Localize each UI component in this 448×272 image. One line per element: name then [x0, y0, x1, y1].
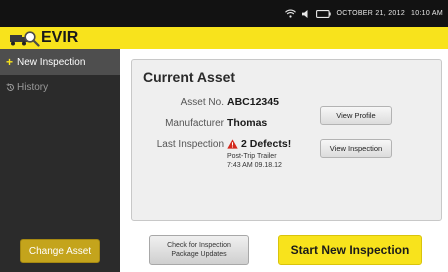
sidebar-item-label: History — [17, 81, 49, 93]
check-updates-line2: Package Updates — [171, 251, 227, 258]
sidebar: + New Inspection History Change Asset — [0, 49, 120, 272]
inspection-time: 7:43 AM 09.18.12 — [227, 162, 282, 169]
volume-icon — [301, 9, 308, 18]
status-date: OCTOBER 21, 2012 — [336, 10, 406, 17]
manufacturer-value: Thomas — [227, 117, 268, 129]
check-updates-button[interactable]: Check for Inspection Package Updates — [149, 235, 249, 265]
current-asset-card: Current Asset Asset No. ABC12345 Manufac… — [131, 59, 442, 221]
manufacturer-label: Manufacturer — [165, 118, 224, 129]
app-title: EVIR — [41, 29, 79, 46]
truck-search-logo — [10, 31, 40, 47]
status-indicators: OCTOBER 21, 2012 10:10 AM — [284, 0, 443, 27]
warning-icon — [227, 139, 238, 149]
last-inspection-label: Last Inspection — [156, 139, 224, 150]
wifi-icon — [284, 9, 296, 18]
status-time: 10:10 AM — [411, 10, 443, 17]
status-bar: OCTOBER 21, 2012 10:10 AM — [0, 0, 448, 27]
change-asset-button[interactable]: Change Asset — [20, 239, 100, 263]
battery-icon — [315, 9, 331, 18]
main-content: Current Asset Asset No. ABC12345 Manufac… — [120, 49, 448, 272]
history-icon — [6, 82, 14, 91]
app-header: EVIR — [0, 27, 448, 49]
start-new-inspection-button[interactable]: Start New Inspection — [278, 235, 422, 265]
defects-indicator: 2 Defects! — [227, 138, 291, 150]
card-title: Current Asset — [143, 69, 236, 85]
defects-text: 2 Defects! — [241, 138, 292, 150]
sidebar-item-history[interactable]: History — [0, 75, 120, 99]
check-updates-line1: Check for Inspection — [167, 242, 231, 249]
inspection-type: Post-Trip Trailer — [227, 153, 277, 160]
asset-no-value: ABC12345 — [227, 96, 279, 108]
sidebar-item-new-inspection[interactable]: + New Inspection — [0, 49, 120, 75]
plus-icon: + — [6, 55, 14, 69]
view-profile-button[interactable]: View Profile — [320, 106, 392, 125]
asset-no-label: Asset No. — [180, 97, 224, 108]
sidebar-item-label: New Inspection — [17, 56, 86, 68]
view-inspection-button[interactable]: View Inspection — [320, 139, 392, 158]
